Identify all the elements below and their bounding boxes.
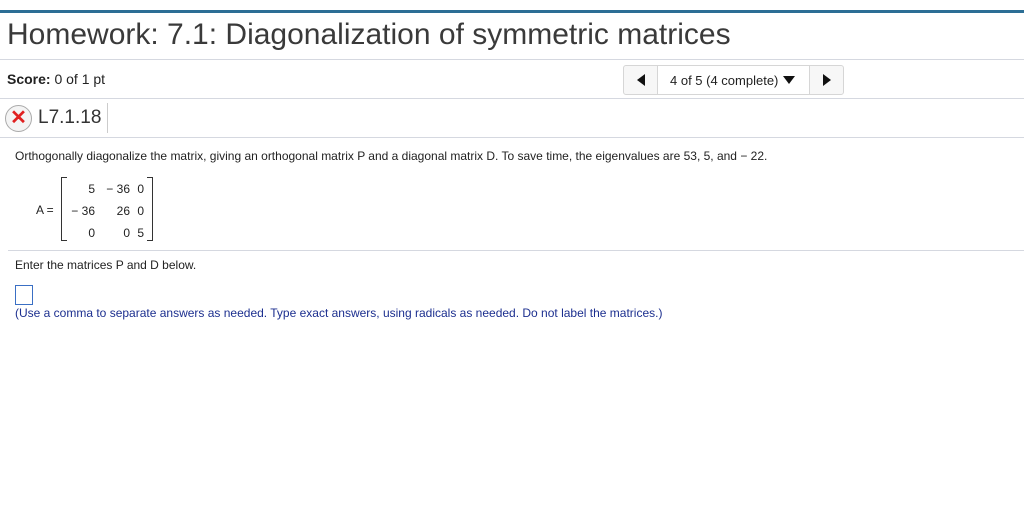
matrix-cell: 0 <box>123 226 130 240</box>
score: Score: 0 of 1 pt <box>7 71 105 87</box>
problem-prompt: Orthogonally diagonalize the matrix, giv… <box>15 149 768 163</box>
matrix-cell: 5 <box>137 226 144 240</box>
instruction: Enter the matrices P and D below. <box>15 258 197 272</box>
left-triangle-icon <box>636 74 645 86</box>
matrix-cell: 0 <box>88 226 95 240</box>
previous-question-button[interactable] <box>624 66 657 94</box>
dropdown-triangle-icon <box>783 76 796 84</box>
matrix-cell: 5 <box>88 182 95 196</box>
top-accent-bar <box>0 10 1024 13</box>
question-progress: 4 of 5 (4 complete) <box>670 72 779 88</box>
divider <box>0 137 1024 138</box>
matrix-cell: − 36 <box>106 182 130 196</box>
question-nav: 4 of 5 (4 complete) <box>623 65 845 95</box>
matrix-cell: 26 <box>116 204 130 218</box>
matrix-label: A = <box>36 203 54 217</box>
score-value: 0 of 1 pt <box>54 71 106 87</box>
answer-hint: (Use a comma to separate answers as need… <box>15 306 663 320</box>
incorrect-x-icon: ✕ <box>5 104 32 132</box>
divider <box>8 250 1024 251</box>
question-header: ✕ L7.1.18 <box>5 103 109 133</box>
matrix-cell: − 36 <box>71 204 95 218</box>
answer-input[interactable] <box>15 285 33 305</box>
score-label: Score: <box>7 71 51 87</box>
page-title: Homework: 7.1: Diagonalization of symmet… <box>7 18 731 51</box>
next-question-button[interactable] <box>810 66 843 94</box>
question-select-dropdown[interactable]: 4 of 5 (4 complete) <box>657 66 811 94</box>
divider <box>0 59 1024 60</box>
matrix-cell: 0 <box>137 204 144 218</box>
right-triangle-icon <box>822 74 831 86</box>
question-id: L7.1.18 <box>38 103 109 133</box>
divider <box>0 98 1024 99</box>
matrix-a: 5 − 36 0 − 36 26 0 0 0 5 <box>61 177 153 241</box>
matrix-cell: 0 <box>137 182 144 196</box>
